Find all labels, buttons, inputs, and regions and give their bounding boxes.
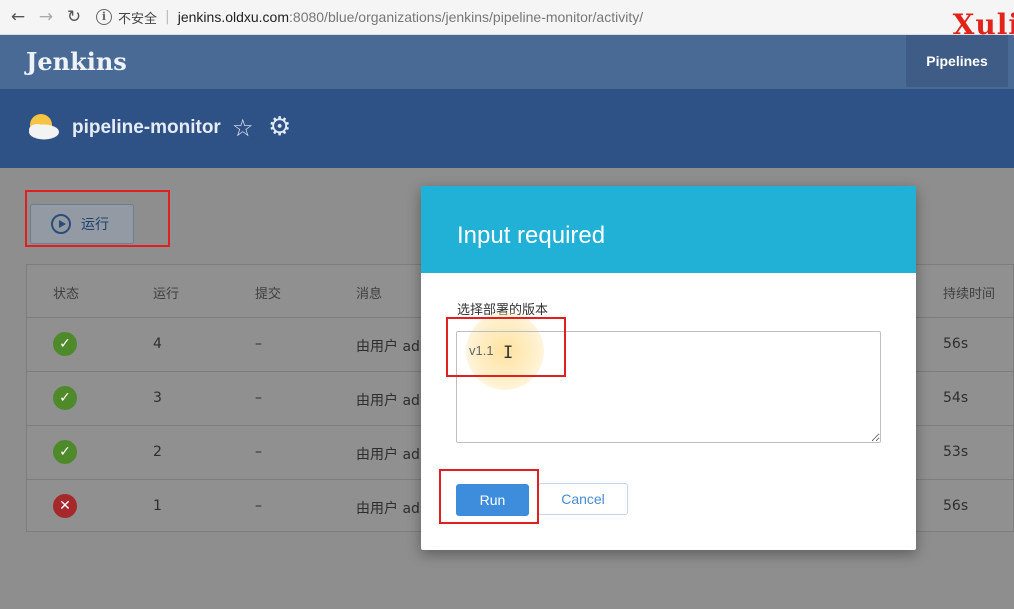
favorite-star-icon[interactable]: ☆	[232, 114, 254, 142]
dialog-cancel-button[interactable]: Cancel	[538, 483, 628, 515]
annotation-box-run	[25, 190, 170, 247]
run-number: 3	[153, 390, 162, 406]
failed-cross-icon: ✕	[53, 494, 77, 518]
run-number: 2	[153, 444, 162, 460]
duration-cell: 56s	[943, 336, 969, 352]
url-host: jenkins.oldxu.com	[177, 9, 290, 25]
pipelines-tab[interactable]: Pipelines	[906, 35, 1008, 87]
weather-sunny-cloud-icon	[29, 114, 59, 140]
pipeline-header: pipeline-monitor ☆ ⚙	[0, 89, 1014, 168]
message-cell: 由用户 ad	[356, 501, 420, 517]
success-check-icon: ✓	[53, 386, 77, 410]
pipeline-name: pipeline-monitor	[72, 117, 221, 138]
duration-cell: 56s	[943, 498, 969, 514]
url-path: :8080/blue/organizations/jenkins/pipelin…	[289, 9, 644, 25]
jenkins-logo[interactable]: Jenkins	[26, 47, 127, 76]
commit-cell: –	[255, 390, 262, 406]
commit-cell: –	[255, 444, 262, 460]
header-commit: 提交	[255, 287, 282, 302]
forward-arrow-icon[interactable]: →	[32, 3, 60, 31]
run-number: 1	[153, 498, 162, 514]
info-icon[interactable]: i	[96, 9, 112, 25]
header-duration: 持续时间	[943, 287, 996, 302]
back-arrow-icon[interactable]: ←	[4, 3, 32, 31]
commit-cell: –	[255, 498, 262, 514]
settings-gear-icon[interactable]: ⚙	[268, 112, 291, 142]
annotation-box-run-dialog	[439, 469, 539, 524]
address-bar-url[interactable]: jenkins.oldxu.com:8080/blue/organization…	[178, 9, 643, 25]
run-number: 4	[153, 336, 162, 352]
header-run: 运行	[153, 287, 180, 302]
insecure-label: 不安全	[118, 11, 158, 27]
message-cell: 由用户 ad	[356, 393, 420, 409]
dialog-header: Input required	[421, 186, 916, 273]
url-separator: |	[165, 9, 170, 25]
commit-cell: –	[255, 336, 262, 352]
duration-cell: 54s	[943, 390, 969, 406]
browser-toolbar: ← → ↻ i 不安全 | jenkins.oldxu.com:8080/blu…	[0, 0, 1014, 35]
duration-cell: 53s	[943, 444, 969, 460]
header-message: 消息	[356, 287, 383, 302]
success-check-icon: ✓	[53, 440, 77, 464]
reload-icon[interactable]: ↻	[60, 3, 88, 31]
dialog-title: Input required	[457, 222, 606, 249]
message-cell: 由用户 ad	[356, 339, 420, 355]
annotation-box-input	[446, 317, 566, 377]
jenkins-header: Jenkins Pipelines	[0, 35, 1014, 89]
header-status: 状态	[53, 287, 80, 302]
message-cell: 由用户 ad	[356, 447, 420, 463]
success-check-icon: ✓	[53, 332, 77, 356]
input-required-dialog: Input required 选择部署的版本 v1.1 I Run Cancel	[421, 186, 916, 550]
